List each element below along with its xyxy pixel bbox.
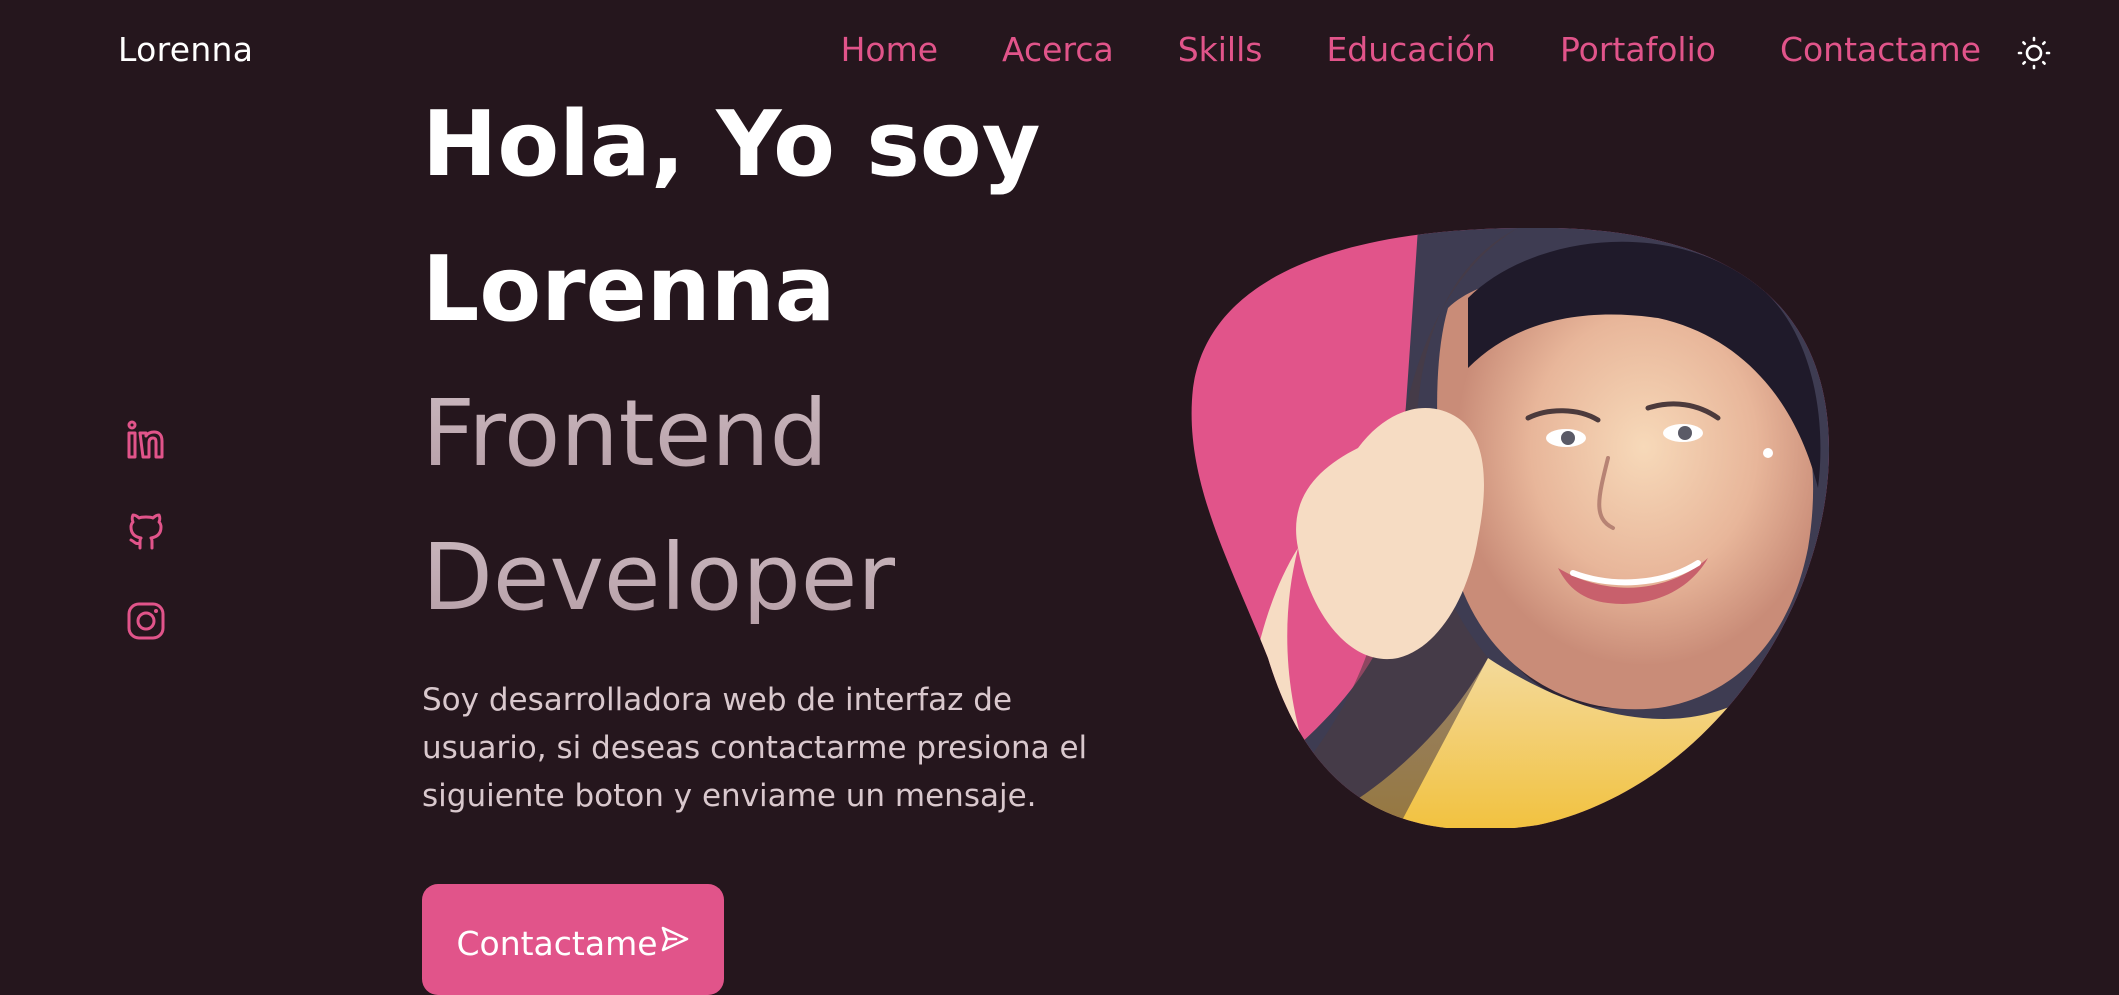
nav-contactame[interactable]: Contactame xyxy=(1780,30,1981,69)
linkedin-icon[interactable] xyxy=(125,420,167,462)
nav-educacion[interactable]: Educación xyxy=(1326,30,1496,69)
hero-role-line1: Frontend xyxy=(422,380,829,487)
hero-greeting: Hola, Yo soy xyxy=(422,92,1041,197)
github-icon[interactable] xyxy=(125,510,167,552)
nav-acerca[interactable]: Acerca xyxy=(1002,30,1114,69)
hero-name: Lorenna xyxy=(422,237,836,342)
nav-skills[interactable]: Skills xyxy=(1178,30,1263,69)
brand-logo[interactable]: Lorenna xyxy=(118,30,253,69)
main-nav: Home Acerca Skills Educación Portafolio … xyxy=(777,30,1981,69)
nav-portafolio[interactable]: Portafolio xyxy=(1560,30,1716,69)
site-header: Lorenna Home Acerca Skills Educación Por… xyxy=(0,0,2119,104)
instagram-icon[interactable] xyxy=(125,600,167,642)
sun-icon[interactable] xyxy=(2017,36,2051,70)
social-links xyxy=(125,420,167,690)
nav-home[interactable]: Home xyxy=(841,30,938,69)
profile-photo xyxy=(1191,228,1830,828)
hero-role-line2: Developer xyxy=(422,524,896,631)
contact-button-label: Contactame xyxy=(456,924,658,963)
contact-button[interactable]: Contactame xyxy=(422,884,724,995)
send-icon xyxy=(661,926,688,952)
hero-description: Soy desarrolladora web de interfaz de us… xyxy=(422,682,1088,814)
